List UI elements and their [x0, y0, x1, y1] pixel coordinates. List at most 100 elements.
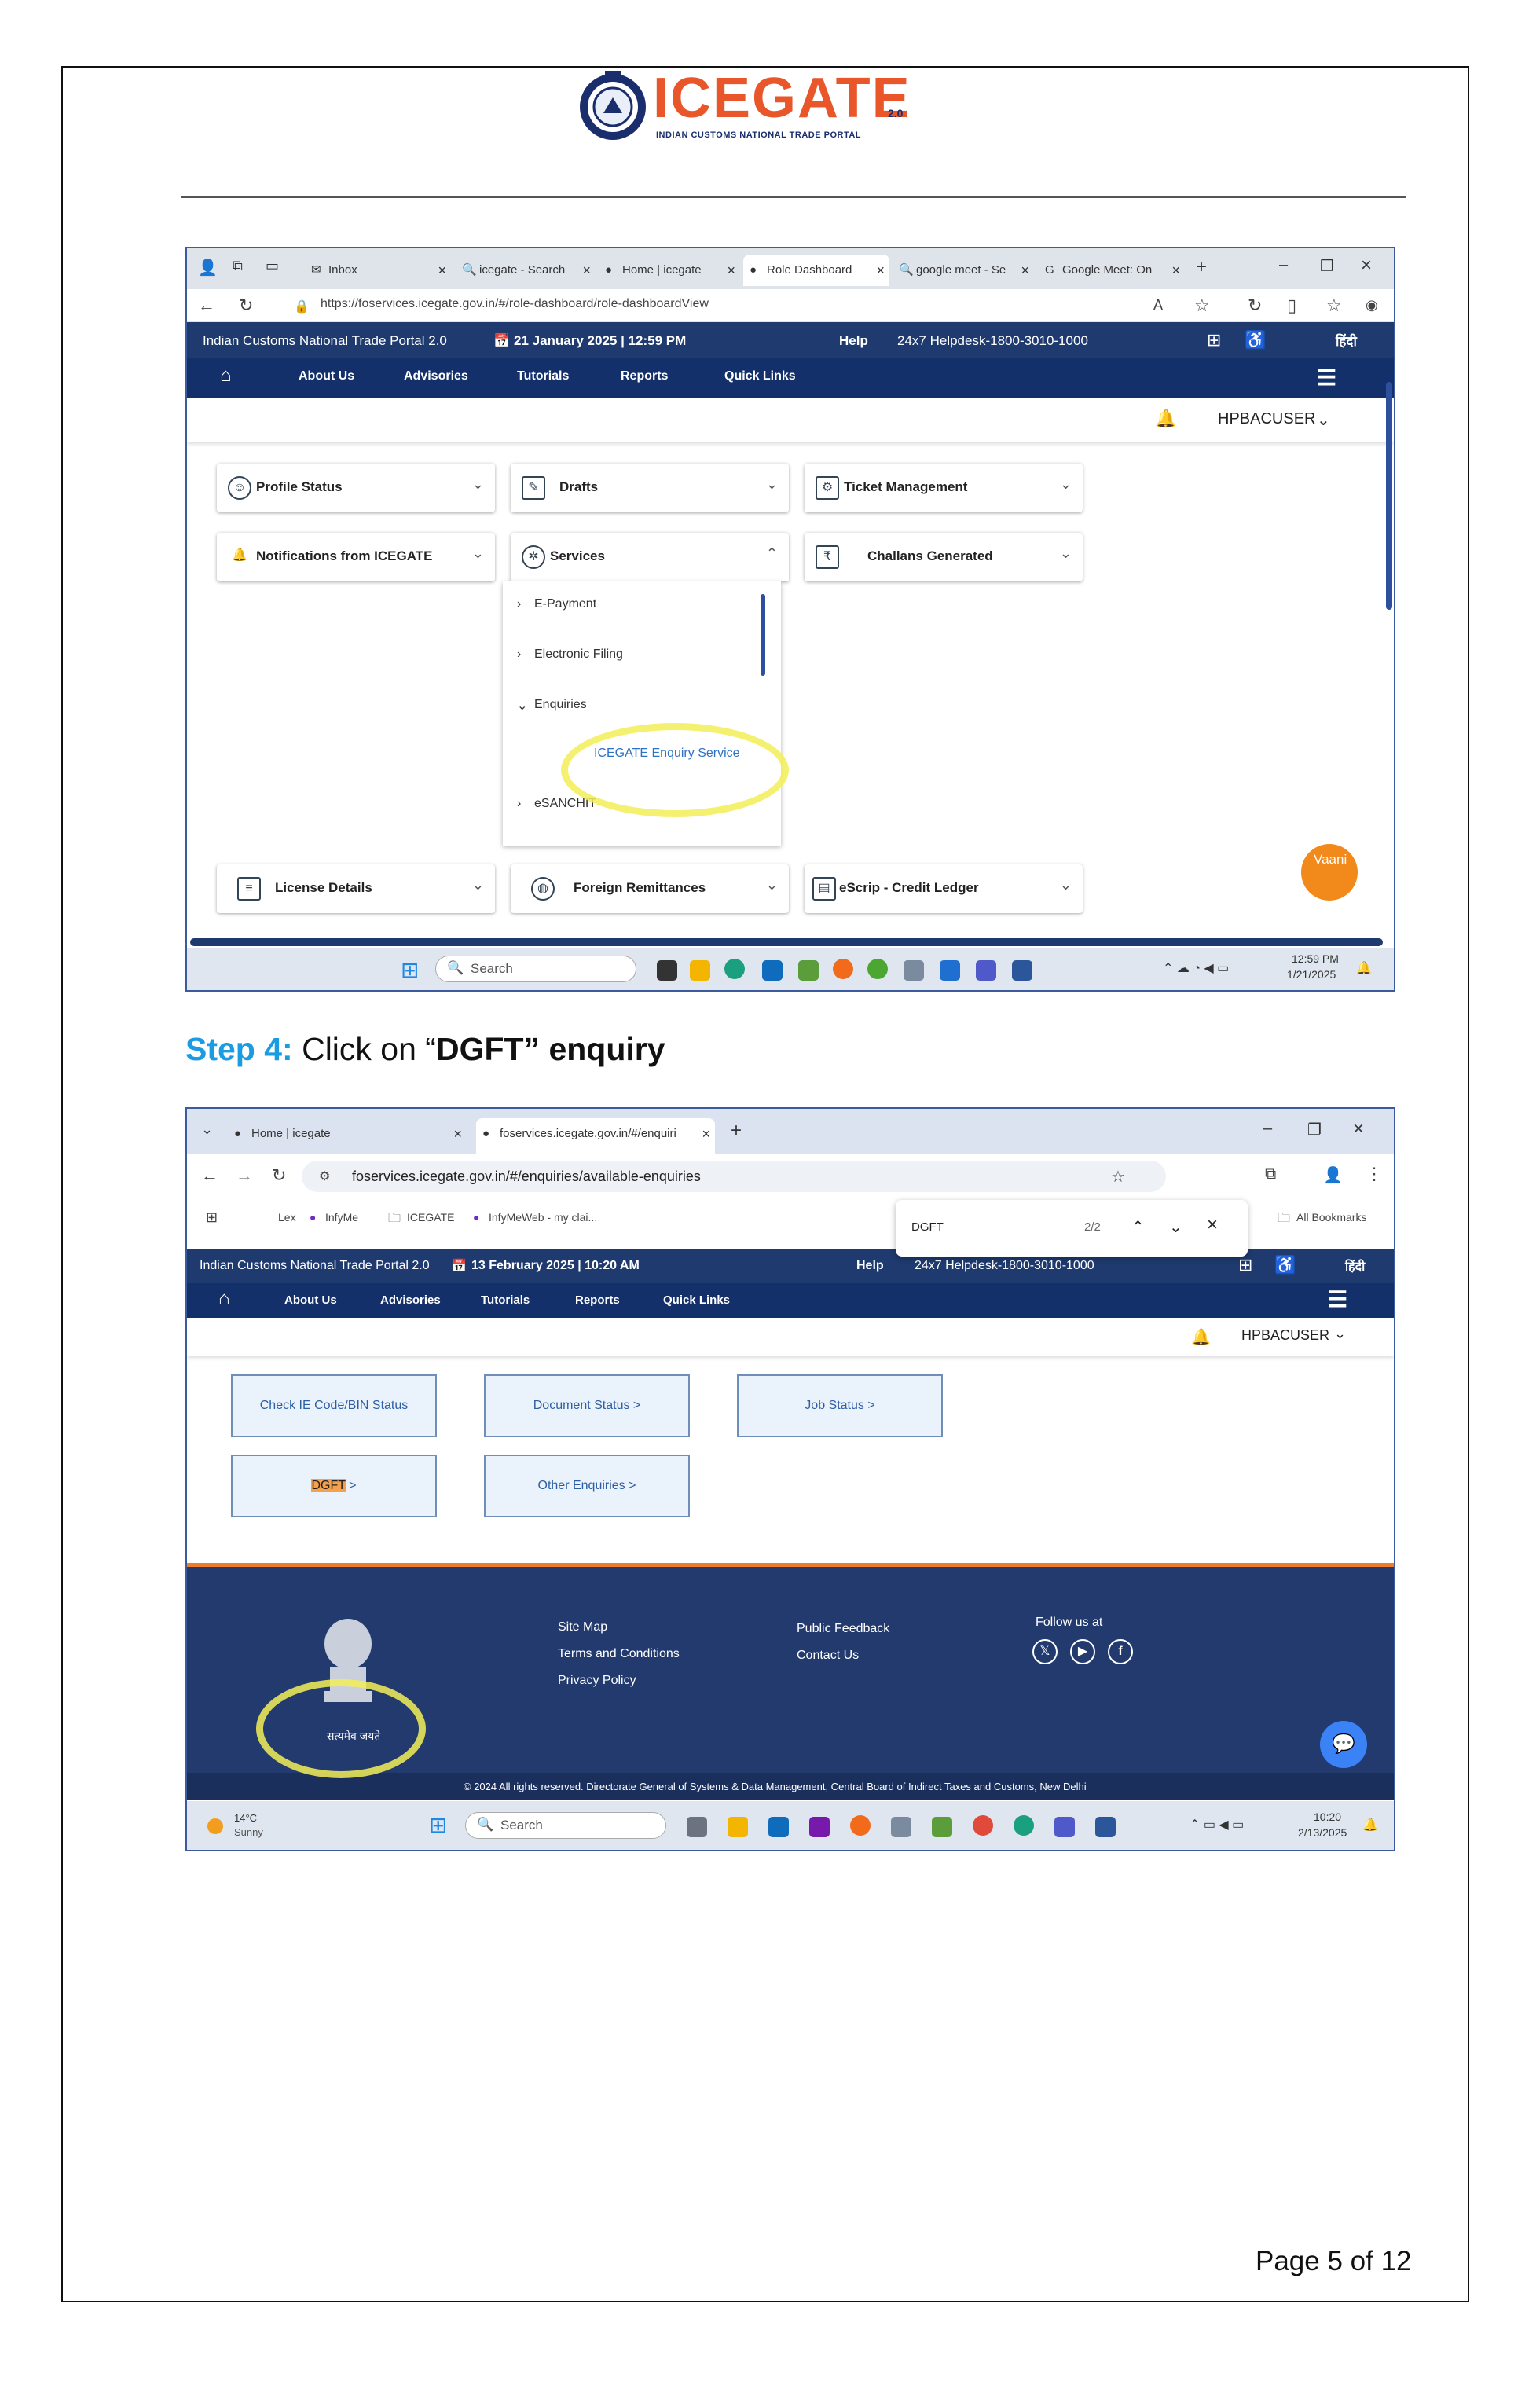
bell-icon[interactable]: 🔔	[1155, 409, 1176, 429]
footer-privacy[interactable]: Privacy Policy	[558, 1674, 636, 1688]
card-profile-status[interactable]: ☺ Profile Status ⌄	[217, 464, 495, 512]
menu-about-us[interactable]: About Us	[299, 369, 354, 383]
tab-inbox[interactable]: ✉ Inbox ×	[305, 255, 451, 286]
enquiry-job-status[interactable]: Job Status >	[737, 1374, 943, 1437]
footer-terms[interactable]: Terms and Conditions	[558, 1647, 680, 1661]
tab-icegate-search[interactable]: 🔍 icegate - Search ×	[456, 255, 596, 286]
home-icon[interactable]: ⌂	[218, 1288, 230, 1310]
notification-icon[interactable]: 🔔	[1356, 960, 1372, 976]
find-close-button[interactable]: ×	[1207, 1214, 1218, 1236]
close-icon[interactable]: ×	[1172, 255, 1180, 286]
app-icon[interactable]	[891, 1817, 911, 1837]
outlook-icon[interactable]	[768, 1817, 789, 1837]
tab-actions-icon[interactable]: ▭	[266, 258, 279, 274]
menu-reports[interactable]: Reports	[621, 369, 668, 383]
windows-start-icon[interactable]: ⊞	[401, 957, 419, 983]
file-explorer-icon[interactable]	[690, 960, 710, 981]
site-info-icon[interactable]: ⚙	[319, 1168, 330, 1184]
close-icon[interactable]: ×	[438, 255, 446, 286]
forward-icon[interactable]: →	[236, 1165, 253, 1186]
file-explorer-icon[interactable]	[728, 1817, 748, 1837]
app-icon[interactable]	[850, 1815, 871, 1836]
accessibility-icon[interactable]: ♿	[1274, 1255, 1296, 1275]
accessibility-icon[interactable]: ♿	[1245, 330, 1266, 350]
onenote-icon[interactable]	[809, 1817, 830, 1837]
refresh-icon[interactable]: ↻	[272, 1165, 286, 1186]
close-icon[interactable]: ×	[453, 1118, 462, 1150]
collections-icon[interactable]: ⧉	[233, 258, 243, 274]
footer-site-map[interactable]: Site Map	[558, 1620, 607, 1634]
menu-advisories[interactable]: Advisories	[380, 1293, 441, 1307]
system-tray-icon[interactable]: ⌃ ☁ ◔ ◀ ▭	[1163, 960, 1229, 976]
word-icon[interactable]	[1012, 960, 1032, 981]
close-icon[interactable]: ×	[727, 255, 735, 286]
outlook-icon[interactable]	[762, 960, 783, 981]
new-tab-button[interactable]: +	[1196, 256, 1207, 278]
enquiry-document-status[interactable]: Document Status >	[484, 1374, 690, 1437]
teams-icon[interactable]	[1054, 1817, 1075, 1837]
app-icon[interactable]	[798, 960, 819, 981]
app-icon[interactable]	[867, 959, 888, 979]
menu-tutorials[interactable]: Tutorials	[517, 369, 569, 383]
url-text[interactable]: https://foservices.icegate.gov.in/#/role…	[321, 297, 709, 311]
card-license-details[interactable]: ≡ License Details ⌄	[217, 864, 495, 913]
enquiry-other[interactable]: Other Enquiries >	[484, 1455, 690, 1517]
tab-role-dashboard[interactable]: ● Role Dashboard ×	[743, 255, 889, 286]
refresh-extension-icon[interactable]: ↻	[1248, 295, 1262, 316]
menu-enquiries[interactable]: Enquiries	[534, 698, 587, 712]
close-window-button[interactable]: ×	[1353, 1118, 1364, 1140]
card-notifications[interactable]: 🔔 Notifications from ICEGATE ⌄	[217, 533, 495, 581]
card-drafts[interactable]: ✎ Drafts ⌄	[511, 464, 789, 512]
bookmark-infymeweb[interactable]: InfyMeWeb - my clai...	[489, 1211, 597, 1224]
enquiry-check-ie-code[interactable]: Check IE Code/BIN Status	[231, 1374, 437, 1437]
close-icon[interactable]: ×	[1021, 255, 1029, 286]
menu-advisories[interactable]: Advisories	[404, 369, 468, 383]
profile-icon[interactable]: 👤	[198, 258, 218, 277]
bookmark-infyme[interactable]: InfyMe	[325, 1211, 358, 1224]
extensions-icon[interactable]: ⧉	[1265, 1165, 1276, 1183]
hamburger-menu-icon[interactable]: ☰	[1317, 365, 1336, 391]
system-tray-icon[interactable]: ⌃ ▭ ◀ ▭	[1190, 1817, 1244, 1833]
bell-icon[interactable]: 🔔	[1191, 1327, 1211, 1347]
close-window-button[interactable]: ×	[1361, 255, 1372, 277]
facebook-icon[interactable]: f	[1108, 1639, 1133, 1664]
vscode-icon[interactable]	[940, 960, 960, 981]
tab-google-meet-search[interactable]: 🔍 google meet - Se ×	[893, 255, 1034, 286]
close-icon[interactable]: ×	[876, 255, 885, 286]
tab-google-meet[interactable]: G Google Meet: On ×	[1039, 255, 1185, 286]
chevron-down-icon[interactable]: ⌄	[1334, 1326, 1346, 1342]
favorite-star-icon[interactable]: ☆	[1111, 1167, 1125, 1187]
x-twitter-icon[interactable]: 𝕏	[1032, 1639, 1058, 1664]
dropdown-scrollbar[interactable]	[761, 594, 765, 676]
bookmark-icegate[interactable]: ICEGATE	[407, 1211, 454, 1224]
read-aloud-icon[interactable]: A	[1153, 297, 1163, 314]
notification-icon[interactable]: 🔔	[1362, 1817, 1378, 1833]
close-icon[interactable]: ×	[702, 1118, 710, 1150]
edge-icon[interactable]	[1014, 1815, 1034, 1836]
card-ticket-management[interactable]: ⚙ Ticket Management ⌄	[805, 464, 1083, 512]
teams-icon[interactable]	[976, 960, 996, 981]
sitemap-icon[interactable]: ⊞	[1238, 1255, 1252, 1275]
app-icon[interactable]	[833, 959, 853, 979]
back-icon[interactable]: ←	[201, 1165, 218, 1186]
enquiry-dgft[interactable]: DGFT >	[231, 1455, 437, 1517]
bookmark-all[interactable]: All Bookmarks	[1296, 1211, 1366, 1224]
menu-quick-links[interactable]: Quick Links	[663, 1293, 730, 1307]
windows-start-icon[interactable]: ⊞	[429, 1812, 447, 1838]
chat-icon[interactable]: 💬	[1320, 1721, 1367, 1768]
find-previous-button[interactable]: ⌃	[1131, 1217, 1145, 1237]
edge-icon[interactable]	[724, 959, 745, 979]
menu-electronic-filing[interactable]: Electronic Filing	[534, 648, 623, 662]
back-icon[interactable]: ←	[198, 295, 215, 316]
footer-contact-us[interactable]: Contact Us	[797, 1649, 859, 1663]
sitemap-icon[interactable]: ⊞	[1207, 330, 1221, 350]
find-input[interactable]: DGFT	[911, 1220, 944, 1234]
menu-tutorials[interactable]: Tutorials	[481, 1293, 530, 1307]
minimize-button[interactable]: –	[1279, 256, 1288, 274]
taskbar-search[interactable]: 🔍 Search	[435, 956, 636, 982]
horizontal-scrollbar[interactable]	[190, 938, 1383, 946]
menu-reports[interactable]: Reports	[575, 1293, 620, 1307]
task-view-icon[interactable]	[657, 960, 677, 981]
menu-about-us[interactable]: About Us	[284, 1293, 337, 1307]
profile-icon[interactable]: 👤	[1323, 1165, 1343, 1185]
